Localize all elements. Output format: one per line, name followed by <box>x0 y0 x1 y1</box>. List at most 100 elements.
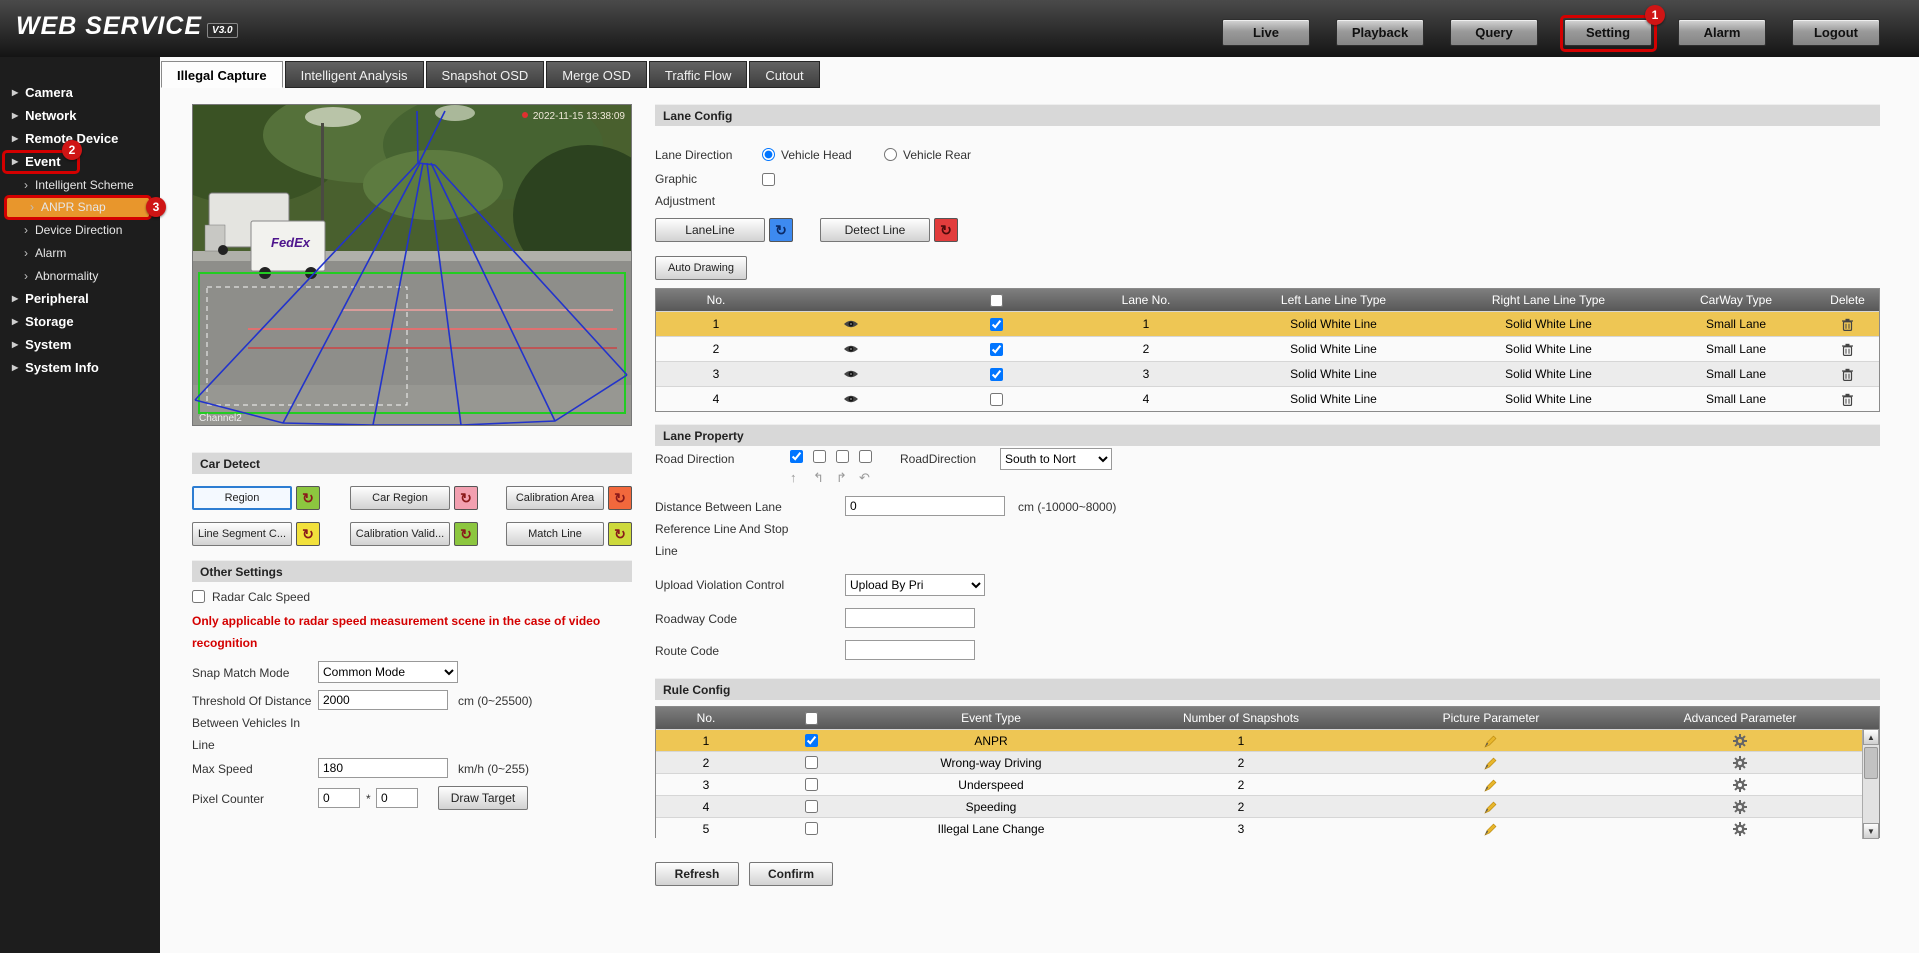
pencil-icon[interactable] <box>1484 734 1498 748</box>
tab-snapshot-osd[interactable]: Snapshot OSD <box>426 61 545 88</box>
tab-cutout[interactable]: Cutout <box>749 61 819 88</box>
camera-preview[interactable]: FedEx 2022-11-15 13:38:09 Channel2 <box>192 104 632 426</box>
nav-playback-button[interactable]: Playback <box>1336 19 1424 46</box>
lane-row-checkbox[interactable] <box>990 318 1003 331</box>
rule-table-row[interactable]: 5 Illegal Lane Change 3 <box>656 817 1879 839</box>
sidebar-item-network[interactable]: ▶ Network <box>0 104 160 127</box>
eye-icon[interactable] <box>843 369 859 379</box>
nav-setting-button[interactable]: Setting <box>1564 19 1652 46</box>
rule-row-checkbox[interactable] <box>805 756 818 769</box>
match-line-undo-icon[interactable]: ↻ <box>608 522 632 546</box>
radar-calc-speed-checkbox[interactable] <box>192 590 205 603</box>
refresh-button[interactable]: Refresh <box>655 862 739 886</box>
scroll-down-button[interactable]: ▼ <box>1863 823 1879 839</box>
detect-line-button[interactable]: Detect Line <box>820 218 930 242</box>
sidebar-item-system[interactable]: ▶ System <box>0 333 160 356</box>
sidebar-item-alarm[interactable]: › Alarm <box>0 241 160 264</box>
lane-row-checkbox[interactable] <box>990 343 1003 356</box>
rule-table-row[interactable]: 4 Speeding 2 <box>656 795 1879 817</box>
region-undo-icon[interactable]: ↻ <box>296 486 320 510</box>
rule-table-row[interactable]: 3 Underspeed 2 <box>656 773 1879 795</box>
trash-icon[interactable] <box>1842 343 1853 356</box>
road-direction-checkbox-2[interactable] <box>813 450 826 463</box>
nav-logout-button[interactable]: Logout <box>1792 19 1880 46</box>
distance-input[interactable] <box>845 496 1005 516</box>
rule-table-row[interactable]: 1 ANPR 1 <box>656 729 1879 751</box>
laneline-undo-icon[interactable]: ↻ <box>769 218 793 242</box>
sidebar-item-camera[interactable]: ▶ Camera <box>0 81 160 104</box>
calibration-area-button[interactable]: Calibration Area <box>506 486 604 510</box>
rule-row-checkbox[interactable] <box>805 734 818 747</box>
sidebar-item-anpr-snap[interactable]: › ANPR Snap <box>6 196 150 218</box>
gear-icon[interactable] <box>1733 800 1747 814</box>
line-segment-undo-icon[interactable]: ↻ <box>296 522 320 546</box>
threshold-input[interactable] <box>318 690 448 710</box>
auto-drawing-button[interactable]: Auto Drawing <box>655 256 747 280</box>
calibration-valid-undo-icon[interactable]: ↻ <box>454 522 478 546</box>
sidebar-item-remote-device[interactable]: ▶ Remote Device <box>0 127 160 150</box>
vehicle-head-radio[interactable] <box>762 148 775 161</box>
trash-icon[interactable] <box>1842 318 1853 331</box>
calibration-area-undo-icon[interactable]: ↻ <box>608 486 632 510</box>
rule-row-checkbox[interactable] <box>805 778 818 791</box>
pencil-icon[interactable] <box>1484 778 1498 792</box>
gear-icon[interactable] <box>1733 822 1747 836</box>
nav-live-button[interactable]: Live <box>1222 19 1310 46</box>
lane-table-row[interactable]: 2 2 Solid White Line Solid White Line Sm… <box>656 336 1879 361</box>
laneline-button[interactable]: LaneLine <box>655 218 765 242</box>
lane-table-row[interactable]: 4 4 Solid White Line Solid White Line Sm… <box>656 386 1879 411</box>
scrollbar-thumb[interactable] <box>1864 747 1878 779</box>
scroll-up-button[interactable]: ▲ <box>1863 729 1879 745</box>
road-direction-checkbox-1[interactable] <box>790 450 803 463</box>
vehicle-rear-radio[interactable] <box>884 148 897 161</box>
sidebar-item-storage[interactable]: ▶ Storage <box>0 310 160 333</box>
roadway-code-input[interactable] <box>845 608 975 628</box>
rule-table-scrollbar[interactable]: ▲ ▼ <box>1862 729 1879 839</box>
eye-icon[interactable] <box>843 394 859 404</box>
detect-line-undo-icon[interactable]: ↻ <box>934 218 958 242</box>
route-code-input[interactable] <box>845 640 975 660</box>
lane-row-checkbox[interactable] <box>990 393 1003 406</box>
rule-row-checkbox[interactable] <box>805 822 818 835</box>
lane-select-all-checkbox[interactable] <box>990 294 1003 307</box>
lane-row-checkbox[interactable] <box>990 368 1003 381</box>
lane-table-row[interactable]: 3 3 Solid White Line Solid White Line Sm… <box>656 361 1879 386</box>
road-direction-select[interactable]: South to Nort <box>1000 448 1112 470</box>
calibration-valid-button[interactable]: Calibration Valid... <box>350 522 450 546</box>
pixel-counter-y-input[interactable] <box>376 788 418 808</box>
road-direction-checkbox-4[interactable] <box>859 450 872 463</box>
pencil-icon[interactable] <box>1484 756 1498 770</box>
draw-target-button[interactable]: Draw Target <box>438 786 528 810</box>
max-speed-input[interactable] <box>318 758 448 778</box>
car-region-undo-icon[interactable]: ↻ <box>454 486 478 510</box>
sidebar-item-abnormality[interactable]: › Abnormality <box>0 264 160 287</box>
tab-illegal-capture[interactable]: Illegal Capture <box>161 61 283 88</box>
gear-icon[interactable] <box>1733 756 1747 770</box>
sidebar-item-system-info[interactable]: ▶ System Info <box>0 356 160 379</box>
pencil-icon[interactable] <box>1484 822 1498 836</box>
confirm-button[interactable]: Confirm <box>749 862 833 886</box>
sidebar-item-device-direction[interactable]: › Device Direction <box>0 218 160 241</box>
sidebar-item-peripheral[interactable]: ▶ Peripheral <box>0 287 160 310</box>
car-region-button[interactable]: Car Region <box>350 486 450 510</box>
tab-traffic-flow[interactable]: Traffic Flow <box>649 61 747 88</box>
upload-violation-select[interactable]: Upload By Pri <box>845 574 985 596</box>
trash-icon[interactable] <box>1842 393 1853 406</box>
pencil-icon[interactable] <box>1484 800 1498 814</box>
rule-table-row[interactable]: 2 Wrong-way Driving 2 <box>656 751 1879 773</box>
trash-icon[interactable] <box>1842 368 1853 381</box>
rule-row-checkbox[interactable] <box>805 800 818 813</box>
gear-icon[interactable] <box>1733 778 1747 792</box>
sidebar-item-intelligent-scheme[interactable]: › Intelligent Scheme <box>0 173 160 196</box>
gear-icon[interactable] <box>1733 734 1747 748</box>
graphic-adjustment-checkbox[interactable] <box>762 173 775 186</box>
tab-intelligent-analysis[interactable]: Intelligent Analysis <box>285 61 424 88</box>
region-button[interactable]: Region <box>192 486 292 510</box>
line-segment-button[interactable]: Line Segment C... <box>192 522 292 546</box>
match-line-button[interactable]: Match Line <box>506 522 604 546</box>
nav-alarm-button[interactable]: Alarm <box>1678 19 1766 46</box>
rule-select-all-checkbox[interactable] <box>805 712 818 725</box>
pixel-counter-x-input[interactable] <box>318 788 360 808</box>
eye-icon[interactable] <box>843 344 859 354</box>
tab-merge-osd[interactable]: Merge OSD <box>546 61 647 88</box>
